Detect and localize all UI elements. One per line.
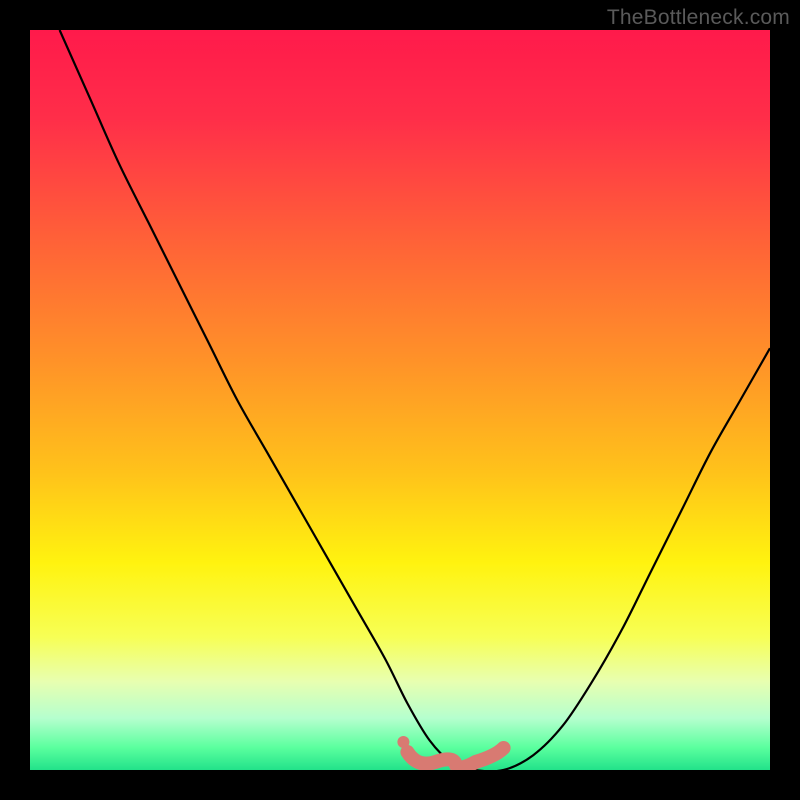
plot-area <box>30 30 770 770</box>
curve-layer <box>30 30 770 770</box>
watermark-text: TheBottleneck.com <box>607 6 790 30</box>
chart-frame: TheBottleneck.com <box>0 0 800 800</box>
optimal-range-marker <box>407 748 503 768</box>
bottleneck-curve <box>60 30 770 770</box>
optimal-range-dot <box>397 736 409 748</box>
